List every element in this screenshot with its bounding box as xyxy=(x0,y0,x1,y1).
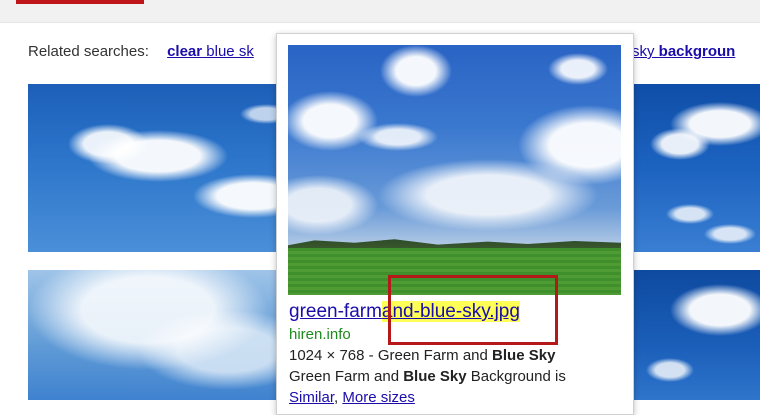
related-searches-label: Related searches: xyxy=(28,43,149,60)
image-result-thumbnail[interactable] xyxy=(28,270,278,400)
active-tab-indicator xyxy=(16,0,144,4)
image-description: Green Farm and Blue Sky Background is xyxy=(289,368,566,385)
image-result-thumbnail[interactable] xyxy=(28,84,278,252)
image-result-thumbnail[interactable] xyxy=(630,270,760,400)
image-meta: 1024 × 768 - Green Farm and Blue Sky xyxy=(289,347,556,364)
related-search-link-sky-background[interactable]: sky backgroun xyxy=(632,43,735,60)
image-preview-popup: green-farmand-blue-sky.jpg hiren.info 10… xyxy=(276,33,634,415)
top-bar xyxy=(0,0,760,23)
annotation-highlight-box xyxy=(388,275,558,345)
related-search-right: sky backgroun xyxy=(632,42,735,62)
related-searches: Related searches: clear blue sk xyxy=(28,42,254,62)
popup-links: Similar, More sizes xyxy=(289,389,415,406)
more-sizes-link[interactable]: More sizes xyxy=(342,389,415,406)
preview-image[interactable] xyxy=(288,45,621,295)
image-result-thumbnail[interactable] xyxy=(630,84,760,252)
similar-link[interactable]: Similar xyxy=(289,389,334,406)
related-search-link-clear-blue-sky[interactable]: clear blue sk xyxy=(167,43,254,60)
source-domain: hiren.info xyxy=(289,326,351,343)
preview-sky xyxy=(288,45,621,249)
